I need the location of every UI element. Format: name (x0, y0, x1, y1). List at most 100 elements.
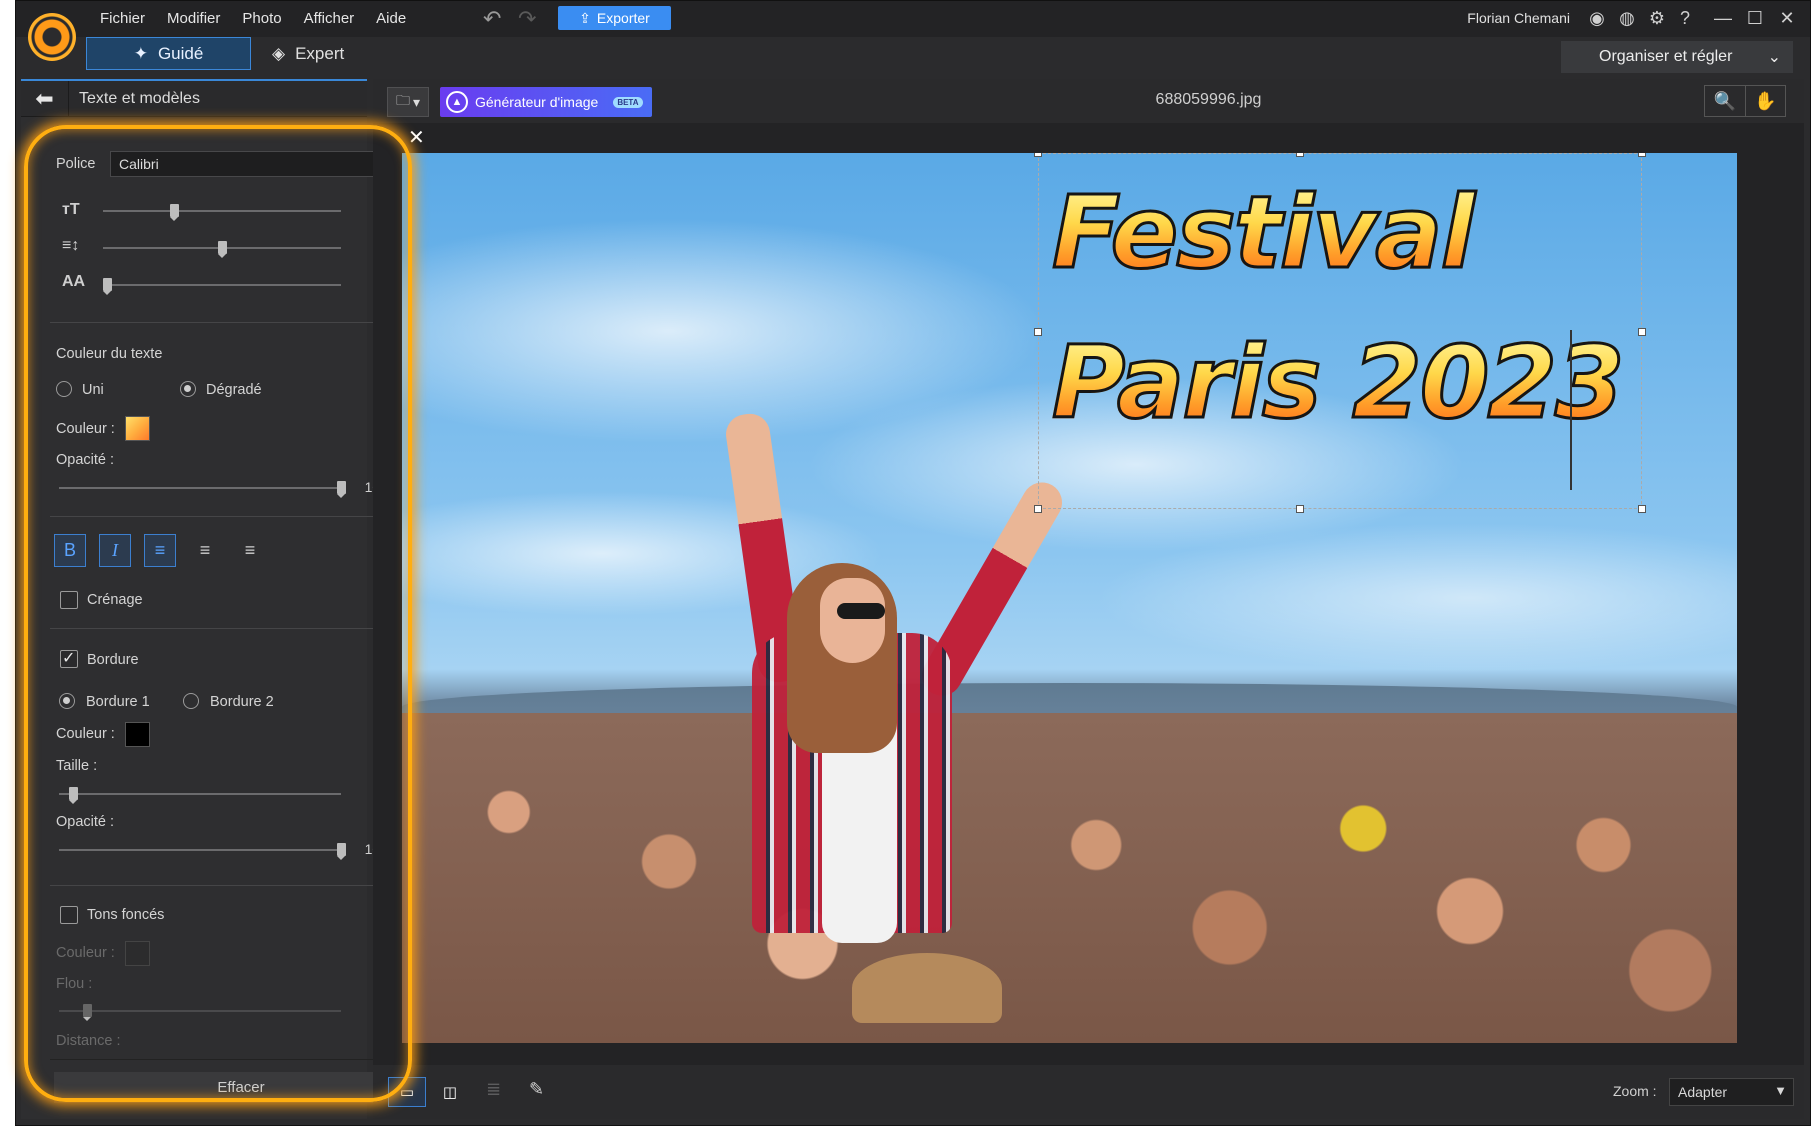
maximize-icon[interactable]: ☐ (1744, 7, 1766, 29)
bold-button[interactable]: B (54, 534, 86, 567)
align-right-button[interactable]: ≡ (234, 534, 266, 567)
notification-icon[interactable]: ◍ (1616, 7, 1638, 29)
menu-photo[interactable]: Photo (242, 10, 281, 27)
settings-icon[interactable]: ⚙ (1646, 7, 1668, 29)
font-select[interactable]: Calibri ⌄ (110, 151, 397, 177)
user-name[interactable]: Florian Chemani (1467, 10, 1570, 26)
italic-button[interactable]: I (99, 534, 131, 567)
text-selection-box[interactable] (1034, 153, 1646, 513)
gradient-label: Dégradé (206, 382, 262, 398)
guided-mode-label: Guidé (157, 43, 204, 63)
account-icon[interactable]: ◉ (1586, 7, 1608, 29)
pen-icon[interactable]: ✎ (529, 1079, 544, 1100)
resize-handle[interactable] (1296, 153, 1304, 157)
photo-face (820, 578, 885, 663)
char-spacing-icon: AA (62, 273, 86, 290)
align-left-button[interactable]: ≡ (144, 534, 176, 567)
panel-title: Texte et modèles (79, 90, 200, 107)
canvas-area: 🗀 ▾ ▲ Générateur d'image BETA 688059996.… (373, 79, 1804, 1119)
resize-handle[interactable] (1638, 505, 1646, 513)
compare-view-icon[interactable]: ◫ (431, 1077, 469, 1107)
view-tools: 🔍 ✋ (1704, 85, 1786, 117)
blur-label: Flou : (56, 976, 93, 992)
back-arrow-icon[interactable]: ⬅ (21, 81, 69, 117)
export-button[interactable]: ⇪ Exporter (558, 6, 671, 30)
gradient-color-swatch[interactable] (125, 416, 150, 441)
resize-handle[interactable] (1034, 505, 1042, 513)
char-spacing-slider-handle[interactable] (103, 278, 112, 295)
opacity-label: Opacité : (56, 452, 115, 468)
close-window-icon[interactable]: ✕ (1776, 7, 1798, 29)
menu-bar: Fichier Modifier Photo Afficher Aide ↶ ↷… (16, 1, 1810, 37)
divider (50, 1059, 408, 1060)
divider (50, 628, 408, 629)
minimize-icon[interactable]: — (1712, 7, 1734, 29)
zoom-value: Adapter (1678, 1084, 1728, 1100)
help-icon[interactable]: ? (1674, 7, 1696, 29)
hand-icon[interactable]: ✋ (1744, 86, 1786, 116)
line-spacing-slider-handle[interactable] (217, 241, 227, 258)
resize-handle[interactable] (1034, 328, 1042, 336)
border-size-slider[interactable] (59, 787, 341, 804)
distance-label: Distance : (56, 1033, 121, 1045)
border-size-slider-handle[interactable] (68, 787, 78, 804)
guided-mode-tab[interactable]: ✦ Guidé (86, 37, 251, 70)
font-size-slider[interactable] (103, 204, 341, 221)
border-label: Bordure (87, 652, 139, 668)
main-menu: Fichier Modifier Photo Afficher Aide (100, 10, 406, 27)
divider (50, 322, 408, 323)
photo-canvas[interactable]: Festival Paris 2023 (402, 153, 1737, 1043)
line-spacing-icon: ≡↕ (62, 237, 80, 254)
align-center-button[interactable]: ≡ (189, 534, 221, 567)
undo-icon[interactable]: ↶ (483, 6, 501, 32)
close-panel-icon[interactable]: ✕ (408, 125, 425, 150)
layers-icon: ◈ (272, 43, 286, 63)
menu-fichier[interactable]: Fichier (100, 10, 145, 27)
border2-radio[interactable] (183, 693, 199, 709)
app-window: Fichier Modifier Photo Afficher Aide ↶ ↷… (15, 0, 1811, 1126)
redo-icon[interactable]: ↷ (518, 6, 536, 32)
font-size-slider-handle[interactable] (169, 204, 179, 221)
app-logo (28, 13, 76, 61)
shadow-checkbox[interactable] (60, 906, 78, 924)
menu-modifier[interactable]: Modifier (167, 10, 220, 27)
chevron-down-icon: ⌄ (1767, 49, 1781, 66)
opacity-slider-handle[interactable] (336, 481, 346, 498)
border-opacity-slider-handle[interactable] (336, 843, 346, 860)
resize-handle[interactable] (1638, 328, 1646, 336)
uni-label: Uni (82, 382, 104, 398)
border-color-label: Couleur : (56, 726, 115, 742)
opacity-slider[interactable] (59, 481, 346, 498)
upload-icon: ⇪ (579, 9, 591, 26)
divider (50, 885, 408, 886)
organize-dropdown[interactable]: Organiser et régler ⌄ (1561, 41, 1793, 73)
canvas-bottom-bar: ▭ ◫ ≣ ✎ Zoom : Adapter ▼ (373, 1065, 1804, 1119)
border-checkbox[interactable] (60, 648, 78, 668)
shadow-color-swatch (125, 941, 150, 966)
clear-button[interactable]: Effacer (54, 1072, 428, 1103)
shadow-label: Tons foncés (87, 907, 165, 923)
char-spacing-slider[interactable] (103, 278, 341, 295)
photo-crowd (402, 713, 1737, 1043)
expert-mode-tab[interactable]: ◈ Expert (272, 37, 392, 70)
border1-radio[interactable] (59, 693, 75, 709)
resize-handle[interactable] (1296, 505, 1304, 513)
border-size-label: Taille : (56, 758, 98, 774)
gradient-radio[interactable] (180, 381, 196, 397)
zoom-icon[interactable]: 🔍 (1705, 86, 1745, 116)
text-color-heading: Couleur du texte (56, 346, 163, 362)
photo-hat (852, 953, 1002, 1023)
single-view-icon[interactable]: ▭ (388, 1077, 426, 1107)
uni-radio[interactable] (56, 381, 72, 397)
mode-bar: ✦ Guidé ◈ Expert Organiser et régler ⌄ (16, 37, 1810, 75)
resize-handle[interactable] (1034, 153, 1042, 157)
line-spacing-slider[interactable] (103, 241, 341, 258)
resize-handle[interactable] (1638, 153, 1646, 157)
shadow-color-label: Couleur : (56, 945, 115, 961)
menu-afficher[interactable]: Afficher (304, 10, 355, 27)
border-opacity-slider[interactable] (59, 843, 346, 860)
kerning-checkbox[interactable] (60, 591, 78, 609)
zoom-select[interactable]: Adapter ▼ (1669, 1078, 1794, 1106)
border-color-swatch[interactable] (125, 722, 150, 747)
menu-aide[interactable]: Aide (376, 10, 406, 27)
